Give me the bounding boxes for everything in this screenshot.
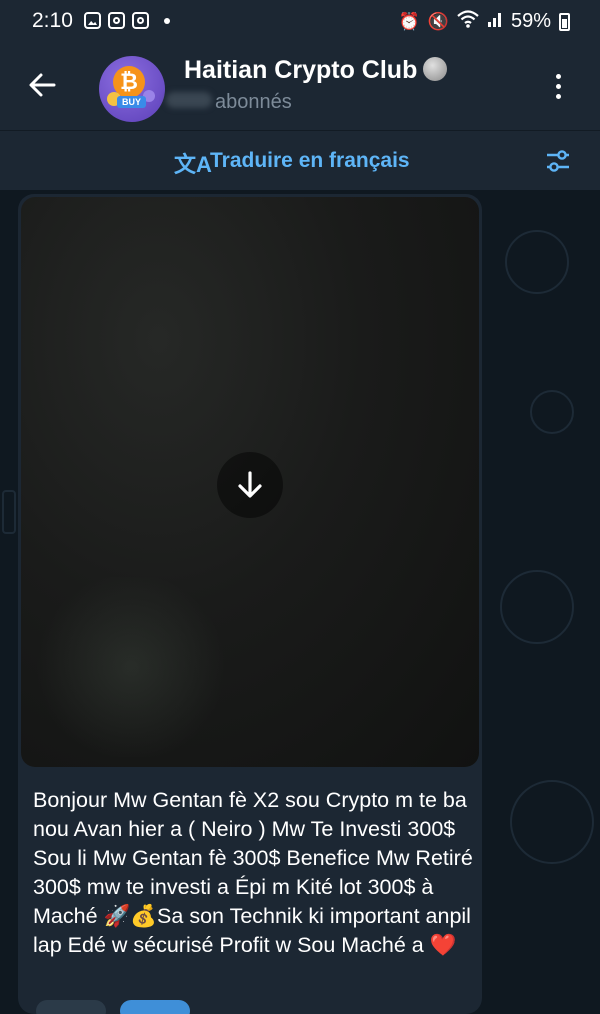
background-doodle bbox=[2, 490, 16, 534]
download-arrow-icon bbox=[238, 471, 262, 498]
download-button[interactable] bbox=[217, 452, 283, 518]
battery-percent: 59% bbox=[510, 10, 551, 32]
subscriber-label: abonnés bbox=[215, 91, 292, 113]
mute-icon: 🔇 bbox=[427, 11, 449, 31]
channel-avatar[interactable]: ₿ BUY bbox=[99, 56, 165, 122]
wifi-icon bbox=[457, 10, 479, 33]
chat-header: ₿ BUY Haitian Crypto Club abonnés bbox=[0, 44, 600, 130]
background-doodle bbox=[505, 230, 569, 294]
status-bar: 2:10 ⏰ 🔇 59% bbox=[0, 0, 600, 44]
blurred-subscriber-count bbox=[166, 92, 212, 108]
translate-label: Traduire en français bbox=[210, 149, 410, 172]
notification-icons bbox=[84, 12, 170, 29]
message-text: Bonjour Mw Gentan fè X2 sou Crypto m te … bbox=[33, 788, 473, 957]
gallery-icon bbox=[84, 12, 101, 29]
buy-badge: BUY bbox=[117, 96, 147, 108]
translate-icon: 文A bbox=[174, 152, 212, 177]
instagram-icon bbox=[108, 12, 125, 29]
more-options-icon[interactable] bbox=[552, 74, 564, 104]
background-doodle bbox=[510, 780, 594, 864]
battery-icon bbox=[559, 12, 570, 31]
reaction-chip[interactable] bbox=[120, 1000, 190, 1014]
system-icons: ⏰ 🔇 59% bbox=[399, 10, 570, 33]
translate-settings-icon[interactable] bbox=[545, 149, 571, 173]
alarm-icon: ⏰ bbox=[398, 11, 420, 31]
more-notifications-icon bbox=[164, 17, 170, 24]
channel-emoji-badge-icon bbox=[423, 57, 448, 81]
channel-title-row[interactable]: Haitian Crypto Club bbox=[184, 56, 448, 85]
background-doodle bbox=[500, 570, 574, 644]
reaction-chip[interactable] bbox=[36, 1000, 106, 1014]
message-bubble[interactable]: Bonjour Mw Gentan fè X2 sou Crypto m te … bbox=[18, 194, 482, 1014]
chat-area[interactable]: Bonjour Mw Gentan fè X2 sou Crypto m te … bbox=[0, 190, 600, 1014]
channel-title: Haitian Crypto Club bbox=[184, 56, 418, 84]
media-preview[interactable] bbox=[21, 197, 479, 767]
reactions-row bbox=[36, 1000, 190, 1014]
background-doodle bbox=[530, 390, 574, 434]
instagram-icon bbox=[132, 12, 149, 29]
translate-bar[interactable]: 文A Traduire en français bbox=[0, 130, 600, 191]
back-arrow-icon[interactable] bbox=[26, 68, 60, 102]
status-time: 2:10 bbox=[32, 9, 73, 32]
signal-icon bbox=[487, 11, 503, 32]
